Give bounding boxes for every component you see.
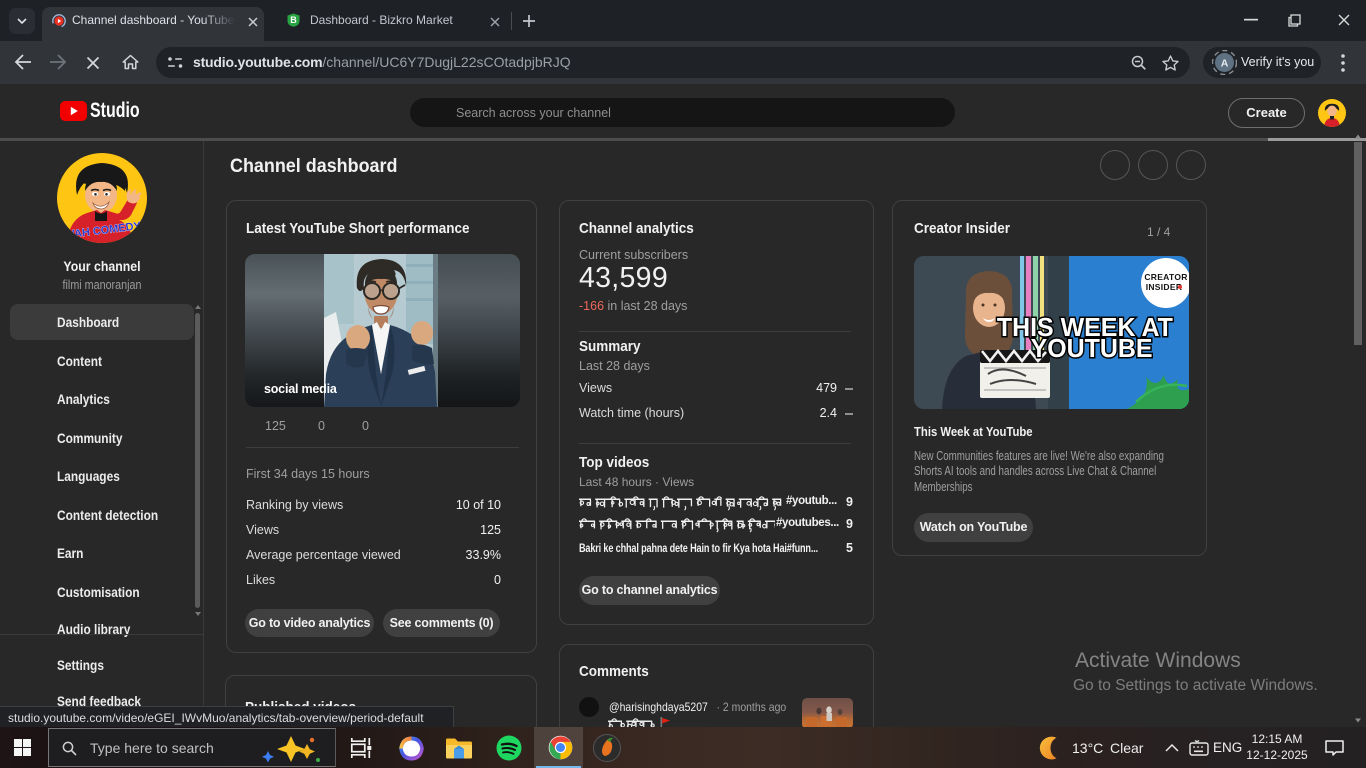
svg-text:YOUTUBE: YOUTUBE (1031, 335, 1153, 364)
svg-text:INSIDER: INSIDER (1146, 282, 1183, 292)
svg-text:CREATOR: CREATOR (1144, 272, 1187, 282)
svg-text:B: B (290, 15, 297, 25)
svg-text:A: A (1221, 57, 1229, 69)
